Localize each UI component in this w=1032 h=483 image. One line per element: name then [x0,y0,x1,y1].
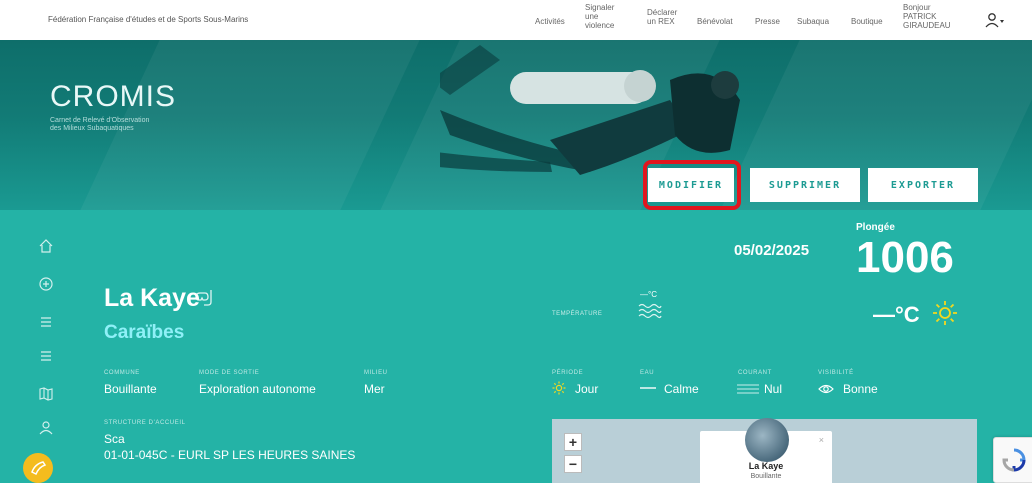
milieu-value: Mer [364,382,385,396]
list-alt-icon[interactable] [38,348,54,364]
site-photo-avatar [745,418,789,462]
structure-value-short: Sca [104,432,125,446]
user-menu-icon[interactable] [985,12,1005,30]
commune-label: COMMUNE [104,370,140,376]
map-zoom-out-button[interactable]: − [564,455,582,473]
popup-close-button[interactable]: × [819,435,824,445]
export-button[interactable]: EXPORTER [868,168,978,202]
greeting-line-3: GIRAUDEAU [903,21,951,30]
commune-value: Bouillante [104,382,157,396]
site-region: Caraïbes [104,322,185,343]
recaptcha-icon [1002,448,1026,472]
temperature-label: TEMPÉRATURE [552,311,603,317]
logo-name: CROMIS [50,80,176,113]
milieu-label: MILIEU [364,370,388,376]
list-icon[interactable] [38,314,54,330]
greeting-line-2: PATRICK [903,12,937,21]
nav-signaler-line-3: violence [585,21,615,30]
nav-user-greeting[interactable]: Bonjour PATRICK GIRAUDEAU [903,3,951,30]
calm-water-icon [640,387,656,389]
nav-presse[interactable]: Presse [755,17,780,26]
cromis-logo[interactable]: CROMIS Carnet de Relevé d'Observation de… [50,80,200,133]
nav-declarer-rex[interactable]: Déclarer un REX [647,8,677,26]
organization-name[interactable]: Fédération Française d'études et de Spor… [48,15,248,24]
nav-boutique[interactable]: Boutique [851,17,883,26]
visibilite-label: VISIBILITÉ [818,370,854,376]
sun-icon [933,301,957,325]
snorkel-mask-icon [195,290,212,306]
home-icon[interactable] [38,238,54,254]
eye-icon [818,384,834,394]
periode-label: PÉRIODE [552,370,584,376]
periode-value: Jour [575,382,599,396]
logo-subtitle: Carnet de Relevé d'Observation des Milie… [50,117,200,133]
water-waves-icon [638,303,662,319]
dive-number: 1006 [856,233,954,282]
nav-activites[interactable]: Activités [535,17,565,26]
nav-declarer-line-1: Déclarer [647,8,678,17]
day-sun-icon [552,381,566,395]
logo-subtitle-line-1: Carnet de Relevé d'Observation [50,117,150,124]
profile-icon[interactable] [38,420,54,436]
top-navigation-bar: Fédération Française d'études et de Spor… [0,0,1032,40]
nav-signaler-line-1: Signaler [585,3,615,12]
map-icon[interactable] [38,386,54,402]
recaptcha-badge[interactable] [993,437,1032,483]
add-circle-icon[interactable] [38,276,54,292]
popup-site-city: Bouillante [750,473,782,480]
dive-tool-fab[interactable] [23,453,53,483]
visibilite-value: Bonne [843,382,878,396]
eau-label: EAU [640,370,655,376]
nav-signaler-violence[interactable]: Signaler une violence [585,3,614,30]
delete-button[interactable]: SUPPRIMER [750,168,860,202]
nav-benevolat[interactable]: Bénévolat [697,17,733,26]
logo-subtitle-line-2: des Milieux Subaquatiques [50,125,134,132]
fin-icon [31,461,47,476]
dive-details-panel: 05/02/2025 Plongée 1006 La Kaye Caraïbes… [0,210,1032,483]
greeting-line-1: Bonjour [903,3,931,12]
structure-value-full: 01-01-045C - EURL SP LES HEURES SAINES [104,448,356,462]
courant-label: COURANT [738,370,772,376]
water-temperature: —°C [640,290,657,299]
mode-value: Exploration autonome [199,382,316,396]
map-zoom-in-button[interactable]: + [564,433,582,451]
nav-subaqua[interactable]: Subaqua [797,17,829,26]
nav-declarer-line-2: un REX [647,17,675,26]
current-lines-icon [737,384,759,394]
modify-button-highlight [643,160,741,210]
popup-site-name: La Kaye [748,461,784,471]
site-name: La Kaye [104,284,200,312]
air-temperature: —°C [873,302,920,327]
courant-value: Nul [764,382,783,396]
nav-signaler-line-2: une [585,12,599,21]
eau-value: Calme [664,382,699,396]
mode-label: MODE DE SORTIE [199,370,260,376]
structure-label: STRUCTURE D'ACCUEIL [104,420,186,426]
dive-date: 05/02/2025 [734,242,810,259]
